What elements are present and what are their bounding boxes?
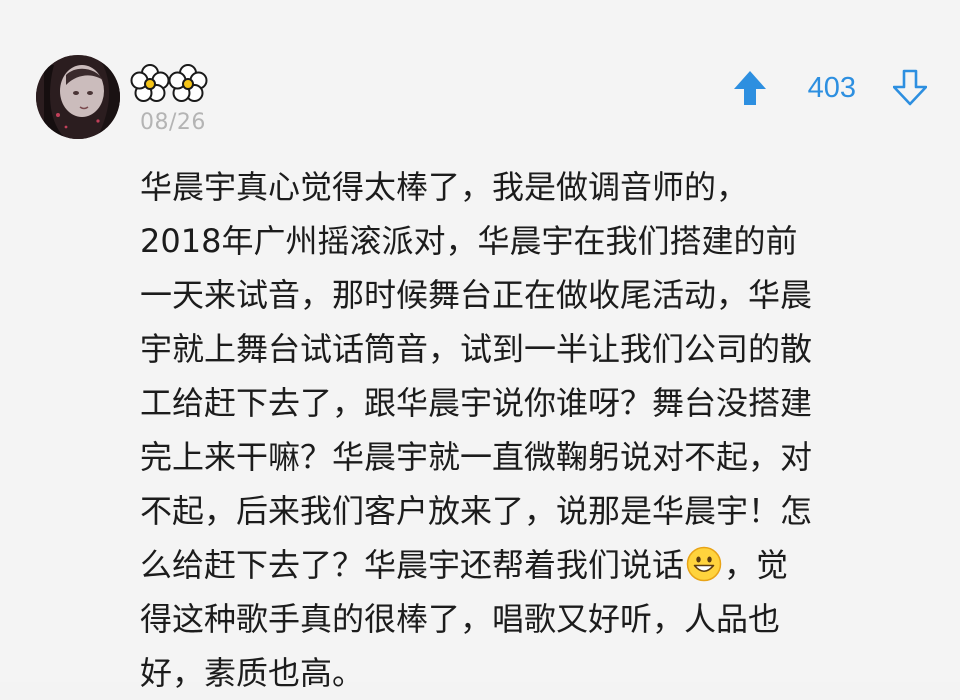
grinning-face-emoji-icon <box>686 544 722 582</box>
comment-line: 工给赶下去了，跟华晨宇说你谁呀？舞台没搭建 <box>140 384 813 422</box>
vote-group: 403 <box>730 62 930 114</box>
comment-line: 一天来试音，那时候舞台正在做收尾活动，华晨 <box>140 276 813 314</box>
avatar-image-icon <box>36 55 120 139</box>
comment-line: 宇就上舞台试话筒音，试到一半让我们公司的散 <box>140 330 813 368</box>
comment-line: 完上来干嘛？华晨宇就一直微鞠躬说对不起，对 <box>140 438 813 476</box>
comment-line-part: 么给赶下去了？华晨宇还帮着我们说话 <box>140 546 685 584</box>
user-avatar[interactable] <box>36 55 120 139</box>
comment-line-with-emoji: 么给赶下去了？华晨宇还帮着我们说话 ，觉 <box>140 538 930 592</box>
comment-line-part: ，觉 <box>724 546 789 584</box>
arrow-up-icon[interactable] <box>730 66 770 110</box>
comment-text: 华晨宇真心觉得太棒了，我是做调音师的， 2018年广州摇滚派对，华晨宇在我们搭建… <box>140 160 930 700</box>
username-flower-nickname[interactable] <box>128 60 212 106</box>
vote-count: 403 <box>807 71 856 104</box>
comment-date: 08/26 <box>140 110 206 135</box>
arrow-down-icon[interactable] <box>890 66 930 110</box>
comment-line: 得这种歌手真的很棒了，唱歌又好听，人品也 <box>140 600 781 638</box>
comment-line: 2018年广州摇滚派对，华晨宇在我们搭建的前 <box>140 222 798 260</box>
flower-nickname-icon <box>130 64 208 102</box>
comment-card: 08/26 403 华晨宇真心觉得太棒了，我是做调音师的， 2018年广州摇滚派… <box>0 0 960 692</box>
comment-line: 华晨宇真心觉得太棒了，我是做调音师的， <box>140 168 749 206</box>
comment-line: 不起，后来我们客户放来了，说那是华晨宇！怎 <box>140 492 813 530</box>
comment-line: 好，素质也高。 <box>140 654 365 692</box>
